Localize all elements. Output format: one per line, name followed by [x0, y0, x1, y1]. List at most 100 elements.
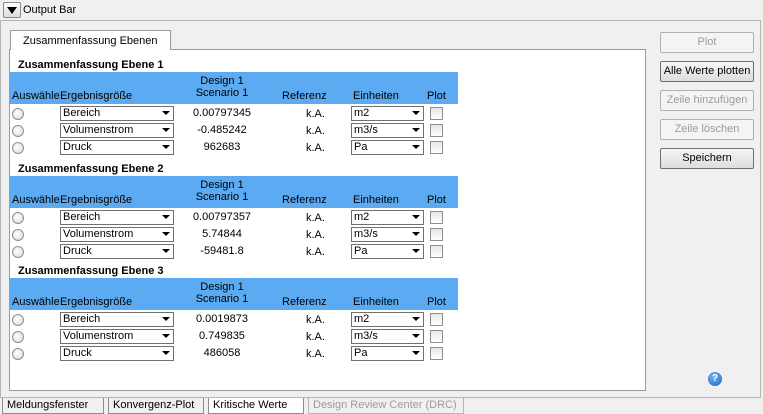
delete-row-button[interactable]: Zeile löschen — [660, 119, 754, 140]
reference-cell: k.A. — [306, 212, 325, 224]
header-plot: Plot — [427, 296, 446, 308]
table-row: Volumenstrom 5.74844 k.A. m3/s — [10, 226, 462, 243]
unit-select[interactable]: m3/s — [351, 329, 424, 344]
header-plot: Plot — [427, 90, 446, 102]
value-cell: 0.00797357 — [192, 211, 252, 223]
result-select-value: Druck — [63, 245, 92, 257]
table-header: Auswähle Ergebnisgröße Design 1 Scenario … — [10, 72, 458, 104]
unit-select[interactable]: m2 — [351, 106, 424, 121]
result-select[interactable]: Bereich — [60, 210, 174, 225]
tab-kritische-werte[interactable]: Kritische Werte — [208, 398, 304, 414]
unit-select[interactable]: m2 — [351, 312, 424, 327]
value-cell: 962683 — [203, 141, 241, 153]
unit-select[interactable]: m3/s — [351, 123, 424, 138]
unit-select-value: Pa — [354, 245, 368, 257]
section-title: Zusammenfassung Ebene 2 — [18, 163, 164, 175]
tab-design-review-center[interactable]: Design Review Center (DRC) — [308, 398, 464, 414]
row-select-radio[interactable] — [12, 246, 24, 258]
save-button[interactable]: Speichern — [660, 148, 754, 169]
header-design: Design 1 Scenario 1 — [182, 75, 262, 99]
row-select-radio[interactable] — [12, 212, 24, 224]
plot-checkbox[interactable] — [430, 313, 443, 326]
reference-cell: k.A. — [306, 108, 325, 120]
row-select-radio[interactable] — [12, 108, 24, 120]
result-select[interactable]: Druck — [60, 244, 174, 259]
value-cell: 5.74844 — [202, 228, 242, 240]
plot-checkbox[interactable] — [430, 347, 443, 360]
plot-checkbox[interactable] — [430, 245, 443, 258]
reference-cell: k.A. — [306, 125, 325, 137]
bottom-tab-bar: Meldungsfenster Konvergenz-Plot Kritisch… — [0, 398, 763, 414]
header-reference: Referenz — [282, 90, 327, 102]
table-row: Druck -59481.8 k.A. Pa — [10, 243, 462, 260]
row-select-radio[interactable] — [12, 142, 24, 154]
header-design: Design 1 Scenario 1 — [182, 179, 262, 203]
tab-meldungsfenster[interactable]: Meldungsfenster — [2, 398, 104, 414]
unit-select[interactable]: Pa — [351, 244, 424, 259]
unit-select[interactable]: Pa — [351, 346, 424, 361]
header-design-line2: Scenario 1 — [195, 293, 249, 305]
section-title: Zusammenfassung Ebene 1 — [18, 59, 164, 71]
unit-select[interactable]: Pa — [351, 140, 424, 155]
result-select[interactable]: Volumenstrom — [60, 227, 174, 242]
tab-zusammenfassung-ebenen[interactable]: Zusammenfassung Ebenen — [10, 30, 171, 50]
dropdown-arrow-icon — [162, 249, 170, 253]
add-row-button[interactable]: Zeile hinzufügen — [660, 90, 754, 111]
table-row: Volumenstrom 0.749835 k.A. m3/s — [10, 328, 462, 345]
plot-checkbox[interactable] — [430, 124, 443, 137]
table-row: Volumenstrom -0.485242 k.A. m3/s — [10, 122, 462, 139]
collapse-arrow-icon — [7, 7, 17, 14]
unit-select-value: m3/s — [354, 228, 378, 240]
header-select: Auswähle — [12, 296, 60, 308]
row-select-radio[interactable] — [12, 229, 24, 241]
result-select[interactable]: Druck — [60, 140, 174, 155]
result-select[interactable]: Bereich — [60, 106, 174, 121]
row-select-radio[interactable] — [12, 331, 24, 343]
unit-select[interactable]: m3/s — [351, 227, 424, 242]
header-plot: Plot — [427, 194, 446, 206]
result-select[interactable]: Druck — [60, 346, 174, 361]
dropdown-arrow-icon — [412, 145, 420, 149]
dropdown-arrow-icon — [162, 128, 170, 132]
header-design: Design 1 Scenario 1 — [182, 281, 262, 305]
summary-panel: Zusammenfassung Ebene 1 Auswähle Ergebni… — [9, 49, 646, 391]
row-select-radio[interactable] — [12, 314, 24, 326]
section-title: Zusammenfassung Ebene 3 — [18, 265, 164, 277]
row-select-radio[interactable] — [12, 348, 24, 360]
plot-checkbox[interactable] — [430, 141, 443, 154]
result-select-value: Volumenstrom — [63, 124, 134, 136]
plot-button[interactable]: Plot — [660, 32, 754, 53]
row-select-radio[interactable] — [12, 125, 24, 137]
dropdown-arrow-icon — [412, 128, 420, 132]
help-icon[interactable]: ? — [708, 372, 722, 386]
plot-checkbox[interactable] — [430, 107, 443, 120]
table-row: Bereich 0.0019873 k.A. m2 — [10, 311, 462, 328]
header-select: Auswähle — [12, 194, 60, 206]
header-reference: Referenz — [282, 296, 327, 308]
unit-select-value: m2 — [354, 107, 370, 119]
plot-all-button[interactable]: Alle Werte plotten — [660, 61, 754, 82]
reference-cell: k.A. — [306, 246, 325, 258]
header-result: Ergebnisgröße — [60, 90, 133, 102]
reference-cell: k.A. — [306, 142, 325, 154]
table-row: Druck 486058 k.A. Pa — [10, 345, 462, 362]
result-select-value: Druck — [63, 141, 92, 153]
reference-cell: k.A. — [306, 348, 325, 360]
header-design-line1: Design 1 — [200, 75, 244, 87]
plot-checkbox[interactable] — [430, 211, 443, 224]
unit-select-value: m2 — [354, 211, 370, 223]
unit-select[interactable]: m2 — [351, 210, 424, 225]
result-select[interactable]: Volumenstrom — [60, 329, 174, 344]
tab-konvergenz-plot[interactable]: Konvergenz-Plot — [108, 398, 204, 414]
value-cell: 0.0019873 — [196, 313, 248, 325]
collapse-button[interactable] — [3, 2, 21, 18]
plot-checkbox[interactable] — [430, 228, 443, 241]
table-row: Druck 962683 k.A. Pa — [10, 139, 462, 156]
header-units: Einheiten — [353, 90, 399, 102]
dropdown-arrow-icon — [412, 215, 420, 219]
result-select[interactable]: Bereich — [60, 312, 174, 327]
reference-cell: k.A. — [306, 331, 325, 343]
dropdown-arrow-icon — [162, 145, 170, 149]
plot-checkbox[interactable] — [430, 330, 443, 343]
result-select[interactable]: Volumenstrom — [60, 123, 174, 138]
